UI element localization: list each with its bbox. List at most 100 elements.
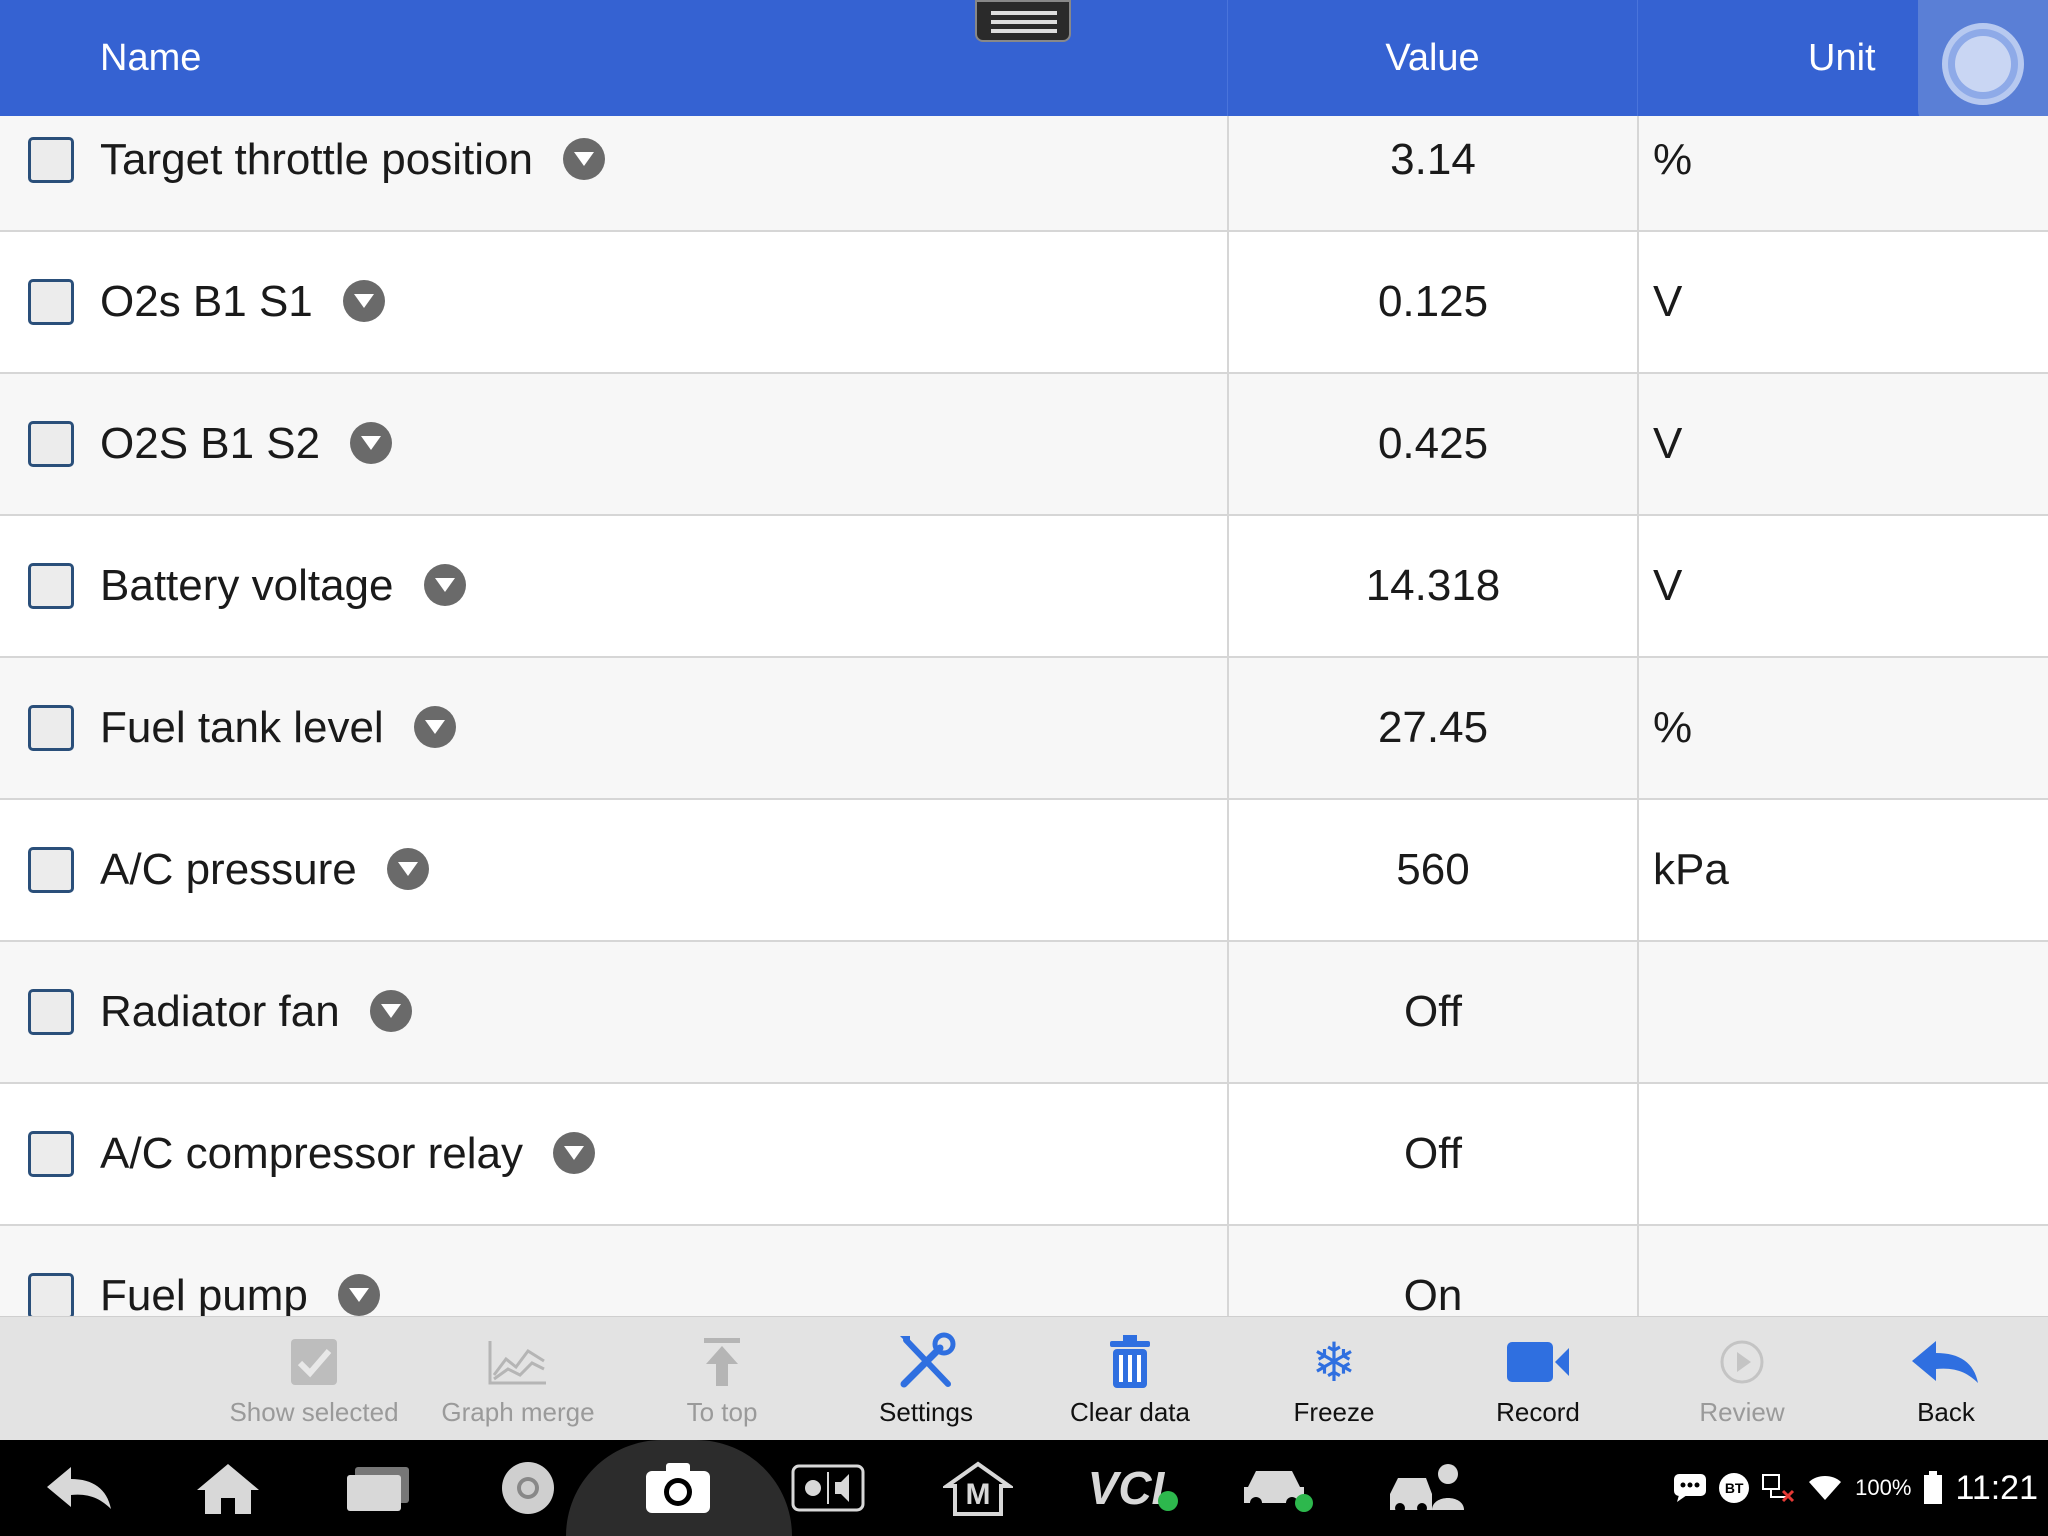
- row-checkbox[interactable]: [28, 137, 74, 183]
- table-header: Name Value Unit: [0, 0, 2048, 116]
- brightness-volume-button[interactable]: [778, 1440, 878, 1536]
- car-icon: [1244, 1471, 1313, 1512]
- vci-label: VCI: [1087, 1462, 1165, 1514]
- bluetooth-label: BT: [1724, 1480, 1744, 1496]
- nav-back-button[interactable]: [30, 1440, 130, 1536]
- column-header-name: Name: [100, 36, 202, 79]
- row-checkbox[interactable]: [28, 279, 74, 325]
- table-row[interactable]: O2s B1 S1 0.125 V: [0, 232, 2048, 374]
- maxifix-button[interactable]: M: [928, 1440, 1028, 1536]
- row-checkbox[interactable]: [28, 421, 74, 467]
- row-checkbox[interactable]: [28, 705, 74, 751]
- arrow-up-icon: [700, 1327, 744, 1397]
- show-selected-button[interactable]: Show selected: [214, 1317, 414, 1441]
- row-unit: %: [1637, 658, 2048, 798]
- dropdown-icon[interactable]: [342, 280, 385, 323]
- row-unit: V: [1637, 232, 2048, 372]
- row-name: O2s B1 S1: [100, 277, 313, 326]
- clear-data-button[interactable]: Clear data: [1030, 1317, 1230, 1441]
- table-row[interactable]: O2S B1 S2 0.425 V: [0, 374, 2048, 516]
- maxifix-icon: M: [943, 1460, 1013, 1516]
- recents-icon: [347, 1467, 409, 1511]
- floating-assist-button[interactable]: [1918, 0, 2048, 128]
- status-area: BT 100% 11:21: [1673, 1440, 2038, 1536]
- nav-recents-button[interactable]: [328, 1440, 428, 1536]
- row-value: 14.318: [1227, 516, 1637, 656]
- to-top-button[interactable]: To top: [622, 1317, 822, 1441]
- dropdown-icon[interactable]: [413, 706, 456, 749]
- tools-icon: [896, 1327, 956, 1397]
- battery-percent: 100%: [1855, 1475, 1912, 1500]
- clock: 11:21: [1955, 1468, 2038, 1507]
- row-unit: V: [1637, 516, 2048, 656]
- bottom-toolbar: Show selected Graph merge To top Setting…: [0, 1316, 2048, 1440]
- car-technician-icon: [1390, 1464, 1464, 1513]
- graph-merge-button[interactable]: Graph merge: [418, 1317, 618, 1441]
- play-circle-icon: [1719, 1327, 1765, 1397]
- vehicle-button[interactable]: [1228, 1440, 1328, 1536]
- row-checkbox[interactable]: [28, 1273, 74, 1316]
- settings-button[interactable]: Settings: [826, 1317, 1026, 1441]
- row-value: 3.14: [1227, 116, 1637, 230]
- home-icon: [197, 1464, 259, 1514]
- remote-expert-button[interactable]: [1378, 1440, 1478, 1536]
- assist-ring-icon: [1942, 23, 2024, 105]
- dropdown-icon[interactable]: [423, 564, 466, 607]
- dropdown-icon[interactable]: [369, 990, 412, 1033]
- review-button[interactable]: Review: [1642, 1317, 1842, 1441]
- back-button[interactable]: Back: [1846, 1317, 2046, 1441]
- row-unit: kPa: [1637, 800, 2048, 940]
- screenshot-button[interactable]: [628, 1440, 728, 1536]
- browser-button[interactable]: [478, 1440, 578, 1536]
- dropdown-icon[interactable]: [350, 422, 393, 465]
- network-disconnected-icon: [1762, 1474, 1795, 1503]
- check-box-icon: [288, 1327, 340, 1397]
- row-name: Fuel pump: [100, 1271, 308, 1316]
- table-row[interactable]: A/C compressor relay Off: [0, 1084, 2048, 1226]
- row-checkbox[interactable]: [28, 1131, 74, 1177]
- video-camera-icon: [1505, 1327, 1571, 1397]
- row-name: A/C pressure: [100, 845, 357, 894]
- column-header-value: Value: [1227, 0, 1637, 116]
- row-value: Off: [1227, 1084, 1637, 1224]
- row-checkbox[interactable]: [28, 563, 74, 609]
- dropdown-icon[interactable]: [553, 1132, 596, 1175]
- table-row[interactable]: A/C pressure 560 kPa: [0, 800, 2048, 942]
- maxifix-label: M: [965, 1478, 991, 1511]
- nav-home-button[interactable]: [178, 1440, 278, 1536]
- live-data-table[interactable]: Target throttle position 3.14 % O2s B1 S…: [0, 116, 2048, 1316]
- dropdown-icon[interactable]: [562, 138, 605, 181]
- table-row[interactable]: Battery voltage 14.318 V: [0, 516, 2048, 658]
- row-unit: %: [1637, 116, 2048, 230]
- row-name: Fuel tank level: [100, 703, 384, 752]
- battery-icon: [1924, 1471, 1943, 1504]
- drag-handle[interactable]: [975, 0, 1071, 42]
- freeze-button[interactable]: ❄ Freeze: [1234, 1317, 1434, 1441]
- dropdown-icon[interactable]: [337, 1274, 380, 1316]
- table-row[interactable]: Fuel tank level 27.45 %: [0, 658, 2048, 800]
- row-value: 27.45: [1227, 658, 1637, 798]
- row-name: Radiator fan: [100, 987, 340, 1036]
- table-row[interactable]: Target throttle position 3.14 %: [0, 116, 2048, 232]
- row-value: On: [1227, 1226, 1637, 1316]
- row-checkbox[interactable]: [28, 989, 74, 1035]
- row-name: Battery voltage: [100, 561, 394, 610]
- browser-icon: [502, 1462, 554, 1514]
- table-row[interactable]: Fuel pump On: [0, 1226, 2048, 1316]
- row-unit: [1637, 1226, 2048, 1316]
- vci-button[interactable]: VCI: [1078, 1440, 1188, 1536]
- row-name: A/C compressor relay: [100, 1129, 524, 1178]
- dropdown-icon[interactable]: [386, 848, 429, 891]
- wifi-icon: [1809, 1476, 1842, 1500]
- row-checkbox[interactable]: [28, 847, 74, 893]
- graph-icon: [486, 1327, 550, 1397]
- table-row[interactable]: Radiator fan Off: [0, 942, 2048, 1084]
- vci-connected-icon: [1158, 1491, 1179, 1511]
- trash-icon: [1107, 1327, 1153, 1397]
- row-unit: [1637, 942, 2048, 1082]
- message-icon: [1674, 1474, 1707, 1502]
- record-button[interactable]: Record: [1438, 1317, 1638, 1441]
- back-arrow-icon: [1910, 1327, 1982, 1397]
- row-value: 560: [1227, 800, 1637, 940]
- row-name: O2S B1 S2: [100, 419, 321, 468]
